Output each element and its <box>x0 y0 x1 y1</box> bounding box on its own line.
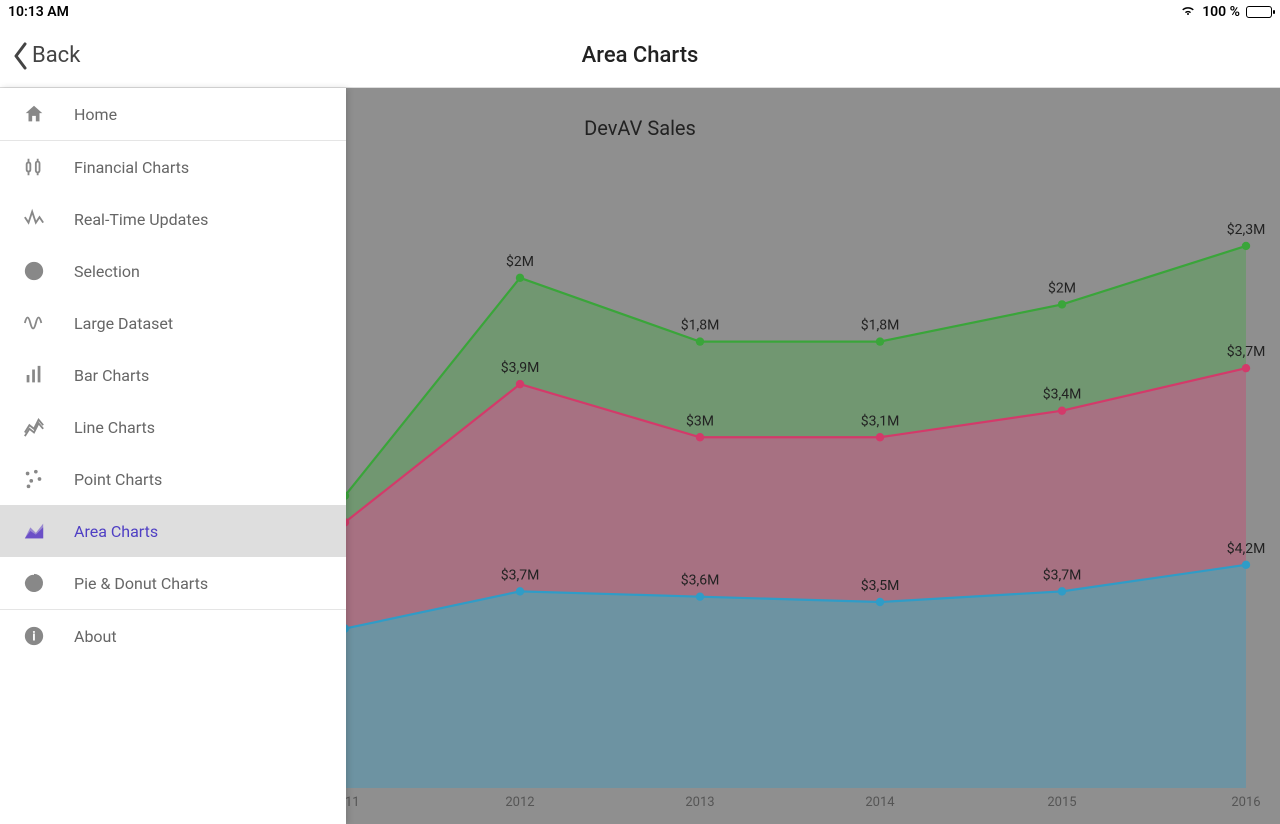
page-title: Area Charts <box>582 43 699 68</box>
sidebar-item-label: Point Charts <box>74 470 162 489</box>
svg-text:$3,4M: $3,4M <box>1043 386 1082 403</box>
clock: 10:13 AM <box>8 4 69 20</box>
svg-text:2014: 2014 <box>865 795 895 810</box>
svg-text:i: i <box>32 630 35 645</box>
area-chart-icon <box>22 519 46 543</box>
svg-text:$3,7M: $3,7M <box>1043 566 1082 583</box>
sidebar-item-bar[interactable]: Bar Charts <box>0 349 346 401</box>
sidebar-item-home[interactable]: Home <box>0 88 346 140</box>
sidebar: Home Financial Charts Real-Time Updates … <box>0 88 346 824</box>
svg-text:2013: 2013 <box>685 795 714 810</box>
sidebar-item-label: Selection <box>74 262 140 281</box>
line-chart-icon <box>22 415 46 439</box>
battery-percent: 100 % <box>1202 4 1240 20</box>
sidebar-item-label: Financial Charts <box>74 158 189 177</box>
donut-icon <box>22 571 46 595</box>
svg-text:$1,8M: $1,8M <box>681 317 720 334</box>
svg-text:$3,1M: $3,1M <box>861 412 900 429</box>
svg-text:2012: 2012 <box>505 795 534 810</box>
svg-text:$3,6M: $3,6M <box>681 572 720 589</box>
svg-text:$2,3M: $2,3M <box>1227 221 1266 238</box>
sidebar-item-about[interactable]: i About <box>0 610 346 662</box>
status-bar: 10:13 AM 100 % <box>0 0 1280 24</box>
sidebar-item-line[interactable]: Line Charts <box>0 401 346 453</box>
svg-text:$3,7M: $3,7M <box>501 566 540 583</box>
svg-text:$3M: $3M <box>686 412 714 429</box>
svg-text:2016: 2016 <box>1231 795 1260 810</box>
svg-text:$3,7M: $3,7M <box>1227 343 1266 360</box>
scatter-icon <box>22 467 46 491</box>
wifi-icon <box>1180 4 1196 20</box>
svg-text:$2M: $2M <box>1048 279 1076 296</box>
sidebar-item-label: Home <box>74 105 117 124</box>
candlestick-icon <box>22 155 46 179</box>
svg-text:$3,5M: $3,5M <box>861 577 900 594</box>
back-button[interactable]: Back <box>12 42 80 70</box>
svg-text:$1,8M: $1,8M <box>861 317 900 334</box>
sidebar-item-area[interactable]: Area Charts <box>0 505 346 557</box>
back-label: Back <box>32 43 80 68</box>
sidebar-item-label: Area Charts <box>74 522 158 541</box>
home-icon <box>22 102 46 126</box>
sidebar-item-point[interactable]: Point Charts <box>0 453 346 505</box>
wave-icon <box>22 311 46 335</box>
svg-text:$2M: $2M <box>506 253 534 270</box>
sidebar-item-financial[interactable]: Financial Charts <box>0 141 346 193</box>
chevron-left-icon <box>12 42 30 70</box>
battery-icon <box>1246 6 1272 18</box>
sidebar-item-label: Pie & Donut Charts <box>74 574 208 593</box>
sidebar-item-label: Bar Charts <box>74 366 149 385</box>
svg-text:2015: 2015 <box>1047 795 1076 810</box>
sidebar-item-label: Real-Time Updates <box>74 210 208 229</box>
chart-title: DevAV Sales <box>584 116 696 140</box>
pie-icon <box>22 259 46 283</box>
info-icon: i <box>22 624 46 648</box>
sidebar-item-label: About <box>74 627 117 646</box>
sidebar-item-label: Line Charts <box>74 418 155 437</box>
sidebar-item-pie[interactable]: Pie & Donut Charts <box>0 557 346 609</box>
nav-bar: Back Area Charts <box>0 24 1280 88</box>
svg-text:$3,9M: $3,9M <box>501 359 540 376</box>
sidebar-item-selection[interactable]: Selection <box>0 245 346 297</box>
sidebar-item-largedataset[interactable]: Large Dataset <box>0 297 346 349</box>
bar-chart-icon <box>22 363 46 387</box>
sidebar-item-label: Large Dataset <box>74 314 173 333</box>
svg-text:$4,2M: $4,2M <box>1227 540 1266 557</box>
realtime-icon <box>22 207 46 231</box>
sidebar-item-realtime[interactable]: Real-Time Updates <box>0 193 346 245</box>
